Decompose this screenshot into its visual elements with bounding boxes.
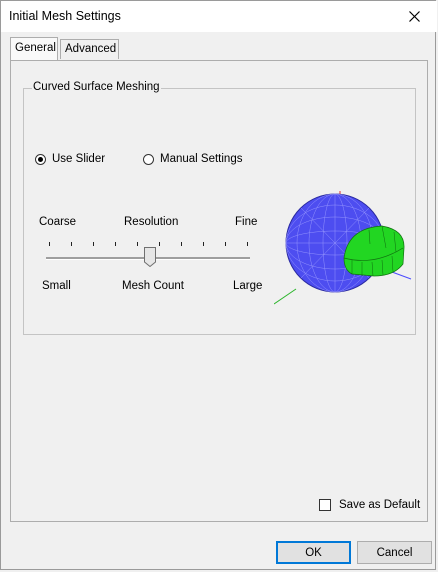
use-slider-radio[interactable]: Use Slider <box>35 153 105 165</box>
cancel-button-label: Cancel <box>376 546 413 559</box>
slider-tick <box>49 242 50 246</box>
large-label: Large <box>233 280 263 292</box>
slider-tick <box>71 242 72 246</box>
save-as-default-box <box>319 499 331 511</box>
tab-advanced[interactable]: Advanced <box>60 39 119 59</box>
resolution-label: Resolution <box>124 216 179 228</box>
curved-surface-meshing-group: Curved Surface Meshing Use Slider Manual… <box>23 81 416 335</box>
window-title: Initial Mesh Settings <box>9 9 121 23</box>
tab-advanced-label: Advanced <box>65 43 117 55</box>
ok-button-label: OK <box>305 546 322 559</box>
mesh-count-label: Mesh Count <box>122 280 185 292</box>
dialog-window: Initial Mesh Settings General Advanced C… <box>0 0 437 570</box>
save-as-default-checkbox[interactable]: Save as Default <box>319 499 420 511</box>
use-slider-label: Use Slider <box>52 153 106 165</box>
resolution-slider-thumb[interactable] <box>144 247 156 267</box>
ok-button[interactable]: OK <box>276 541 351 564</box>
save-as-default-label: Save as Default <box>339 499 421 511</box>
fine-label: Fine <box>235 216 258 228</box>
manual-settings-radio[interactable]: Manual Settings <box>143 153 242 165</box>
slider-tick <box>181 242 182 246</box>
slider-tick <box>225 242 226 246</box>
title-bar: Initial Mesh Settings <box>1 1 437 32</box>
general-tab-panel: Curved Surface Meshing Use Slider Manual… <box>10 60 428 522</box>
slider-tick <box>247 242 248 246</box>
close-button[interactable] <box>391 1 437 32</box>
slider-tick <box>115 242 116 246</box>
manual-settings-radio-circle <box>143 153 154 165</box>
manual-settings-label: Manual Settings <box>160 153 243 165</box>
x-axis-line <box>391 271 412 280</box>
small-label: Small <box>42 280 71 292</box>
tab-general-label: General <box>15 42 56 54</box>
mesh-preview-image <box>274 191 412 305</box>
close-icon <box>408 11 420 22</box>
cancel-button[interactable]: Cancel <box>357 541 432 564</box>
use-slider-radio-circle <box>35 153 46 165</box>
coarse-label: Coarse <box>39 216 77 228</box>
slider-tick <box>159 242 160 246</box>
y-axis-line <box>274 288 297 305</box>
slider-tick <box>93 242 94 246</box>
group-title: Curved Surface Meshing <box>32 81 161 93</box>
slider-tick <box>137 242 138 246</box>
slider-tick <box>203 242 204 246</box>
tab-general[interactable]: General <box>10 37 58 60</box>
